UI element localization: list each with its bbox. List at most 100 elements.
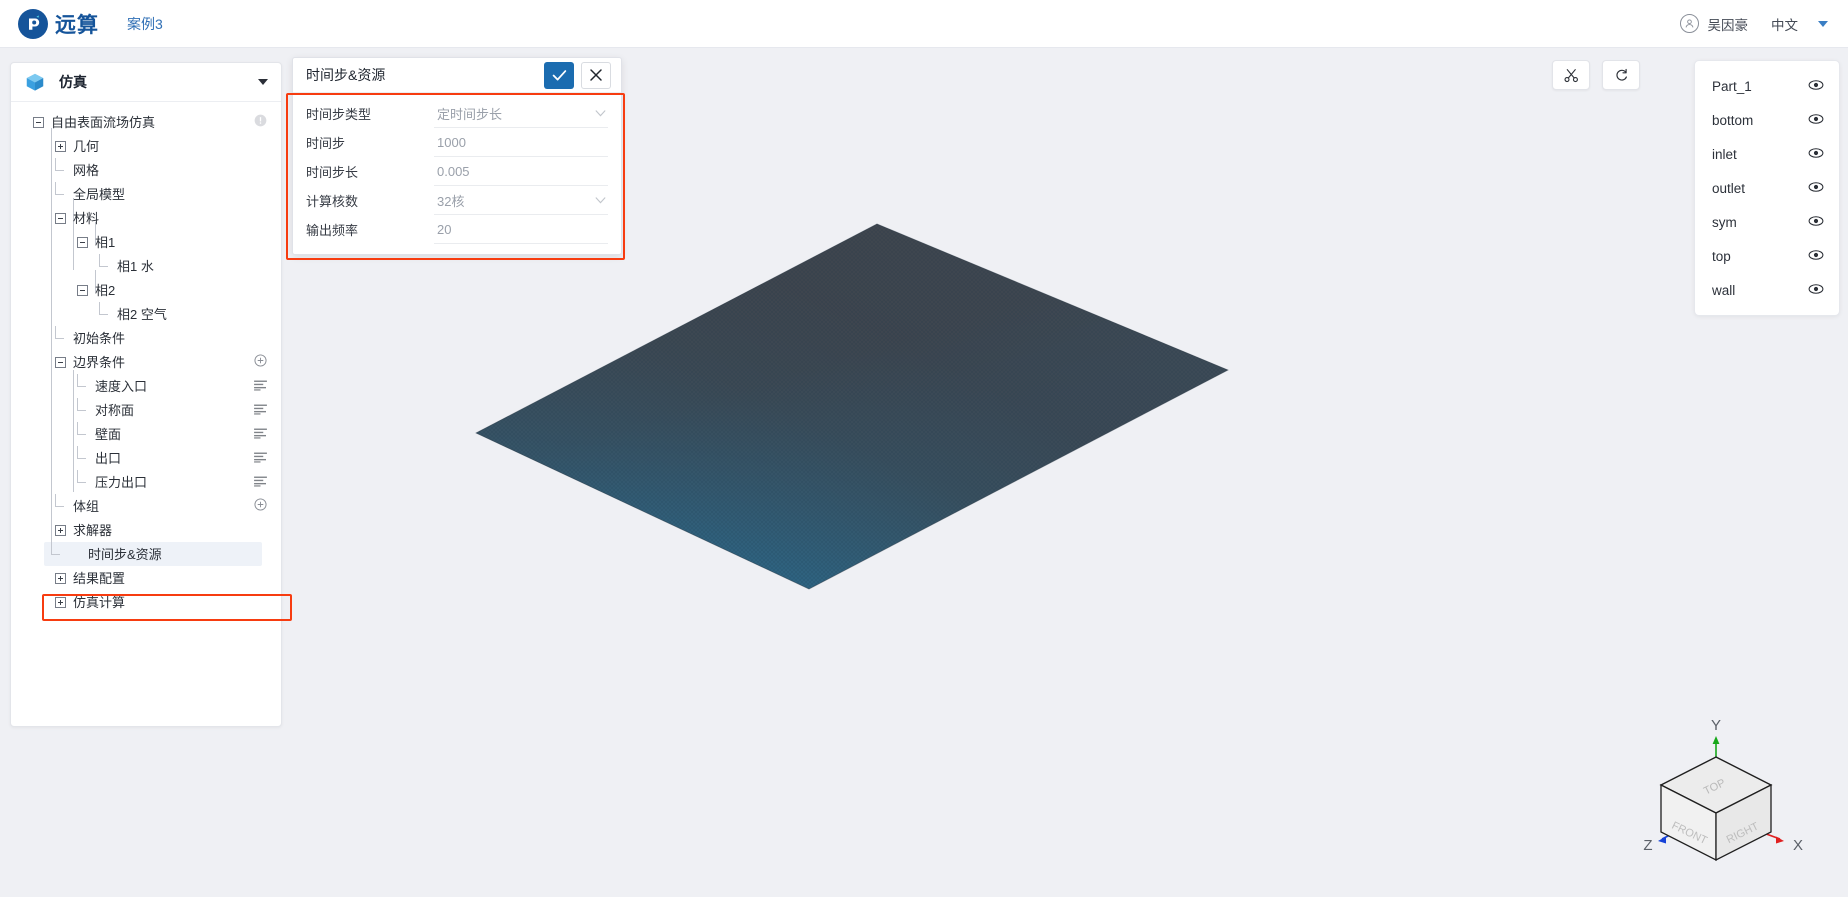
- tree-item-solver[interactable]: 求解器: [11, 518, 281, 542]
- list-icon[interactable]: [254, 475, 267, 490]
- expand-toggle-icon[interactable]: [55, 140, 66, 152]
- list-icon[interactable]: [254, 427, 267, 442]
- part-label: wall: [1712, 282, 1736, 298]
- tree-item-phase1-water[interactable]: 相1 水: [11, 253, 281, 278]
- chevron-down-icon[interactable]: [1818, 20, 1828, 27]
- eye-icon[interactable]: [1808, 249, 1824, 264]
- tree-branch-icon: [55, 325, 66, 344]
- part-row[interactable]: outlet: [1695, 171, 1839, 205]
- chevron-down-icon[interactable]: [595, 104, 606, 122]
- tree-item-label: 全局模型: [73, 186, 126, 202]
- part-row[interactable]: sym: [1695, 205, 1839, 239]
- expand-toggle-icon[interactable]: [55, 572, 66, 584]
- part-row[interactable]: Part_1: [1695, 69, 1839, 103]
- plus-circle-icon[interactable]: [254, 354, 267, 370]
- axis-label-x: X: [1793, 837, 1803, 854]
- eye-icon[interactable]: [1808, 283, 1824, 298]
- case-title[interactable]: 案例3: [127, 14, 163, 34]
- tree-item-outlet[interactable]: 出口: [11, 445, 281, 470]
- collapse-toggle-icon[interactable]: [33, 116, 44, 128]
- timestep-count-input[interactable]: 1000: [434, 129, 608, 157]
- expand-toggle-icon[interactable]: [55, 524, 66, 536]
- tree-item-label: 结果配置: [73, 570, 126, 586]
- eye-icon[interactable]: [1808, 113, 1824, 128]
- cube-icon: [26, 73, 44, 91]
- logo-mark-icon: [18, 8, 48, 39]
- tree-item-label: 网格: [73, 162, 100, 178]
- tree-item-label: 压力出口: [95, 474, 148, 490]
- list-icon[interactable]: [254, 403, 267, 418]
- list-icon[interactable]: [254, 379, 267, 394]
- tree-branch-icon: [77, 397, 88, 416]
- collapse-toggle-icon[interactable]: [55, 212, 66, 224]
- tree-branch-icon: [77, 421, 88, 440]
- tree-item-label: 体组: [73, 498, 100, 514]
- expand-toggle-icon[interactable]: [55, 596, 66, 608]
- list-icon[interactable]: [254, 451, 267, 466]
- chevron-down-icon[interactable]: [258, 79, 268, 85]
- tree-item-wall[interactable]: 壁面: [11, 421, 281, 446]
- field-timestep-size: 时间步长 0.005: [293, 157, 621, 186]
- collapse-toggle-icon[interactable]: [77, 236, 88, 248]
- field-value: 32核: [437, 193, 465, 209]
- brand-logo[interactable]: 远算: [18, 8, 99, 39]
- tree-item-label: 几何: [73, 138, 100, 154]
- confirm-button[interactable]: [544, 61, 574, 89]
- dialog-actions: [544, 61, 611, 89]
- plus-circle-icon[interactable]: [254, 498, 267, 514]
- timestep-type-select[interactable]: 定时间步长: [434, 100, 608, 128]
- mesh-plate-model[interactable]: [472, 220, 1232, 592]
- eye-icon[interactable]: [1808, 215, 1824, 230]
- eye-icon[interactable]: [1808, 147, 1824, 162]
- app-header: 远算 案例3 吴因豪 中文: [0, 0, 1848, 48]
- tree-branch-icon: [99, 253, 110, 272]
- tree-item-velocity-inlet[interactable]: 速度入口: [11, 373, 281, 398]
- tree-item-material[interactable]: 材料: [11, 206, 281, 230]
- eye-icon[interactable]: [1808, 79, 1824, 94]
- tree-item-phase1[interactable]: 相1: [11, 230, 281, 254]
- tree-branch-icon: [55, 493, 66, 512]
- tree-item-result-config[interactable]: 结果配置: [11, 566, 281, 590]
- tree-item-label: 速度入口: [95, 378, 148, 394]
- dialog-body: 时间步类型 定时间步长 时间步 1000 时间步长 0.005 计算核数 32核…: [293, 93, 621, 254]
- collapse-toggle-icon[interactable]: [55, 356, 66, 368]
- eye-icon[interactable]: [1808, 181, 1824, 196]
- tree-item-label: 仿真计算: [73, 594, 126, 610]
- tree-item-geometry[interactable]: 几何: [11, 134, 281, 158]
- tree-item-pressure-outlet[interactable]: 压力出口: [11, 469, 281, 494]
- tree-item-free-surface[interactable]: 自由表面流场仿真: [11, 110, 281, 134]
- tree-item-initial-conditions[interactable]: 初始条件: [11, 325, 281, 350]
- tree-item-phase2[interactable]: 相2: [11, 278, 281, 302]
- user-name[interactable]: 吴因豪: [1708, 14, 1749, 34]
- part-row[interactable]: wall: [1695, 273, 1839, 307]
- part-row[interactable]: inlet: [1695, 137, 1839, 171]
- part-row[interactable]: top: [1695, 239, 1839, 273]
- clip-scissors-button[interactable]: [1552, 60, 1590, 90]
- field-label: 计算核数: [306, 194, 359, 209]
- tree-item-label: 出口: [95, 450, 122, 466]
- chevron-down-icon[interactable]: [595, 191, 606, 209]
- tree-item-label: 相2: [95, 282, 116, 298]
- core-count-select[interactable]: 32核: [434, 187, 608, 215]
- tree-item-phase2-air[interactable]: 相2 空气: [11, 301, 281, 326]
- language-selector[interactable]: 中文: [1771, 14, 1798, 34]
- info-icon[interactable]: [254, 114, 267, 130]
- tree-item-volume-group[interactable]: 体组: [11, 493, 281, 518]
- orientation-axis-cube[interactable]: Y Z X TOP FRONT RIGHT: [1638, 712, 1813, 872]
- tree-branch-icon: [77, 445, 88, 464]
- cancel-button[interactable]: [581, 61, 611, 89]
- sidebar-header[interactable]: 仿真: [11, 63, 281, 102]
- output-frequency-input[interactable]: 20: [434, 216, 608, 244]
- reset-view-button[interactable]: [1602, 60, 1640, 90]
- timestep-size-input[interactable]: 0.005: [434, 158, 608, 186]
- tree-item-simulation-run[interactable]: 仿真计算: [11, 590, 281, 614]
- collapse-toggle-icon[interactable]: [77, 284, 88, 296]
- tree-item-mesh[interactable]: 网格: [11, 157, 281, 182]
- tree-item-boundary-conditions[interactable]: 边界条件: [11, 350, 281, 374]
- tree-item-global-model[interactable]: 全局模型: [11, 181, 281, 206]
- tree-item-timestep-resource[interactable]: 时间步&资源: [44, 541, 262, 566]
- tree-item-symmetry[interactable]: 对称面: [11, 397, 281, 422]
- field-label: 输出频率: [306, 223, 359, 238]
- tree-item-label: 边界条件: [73, 354, 126, 370]
- part-row[interactable]: bottom: [1695, 103, 1839, 137]
